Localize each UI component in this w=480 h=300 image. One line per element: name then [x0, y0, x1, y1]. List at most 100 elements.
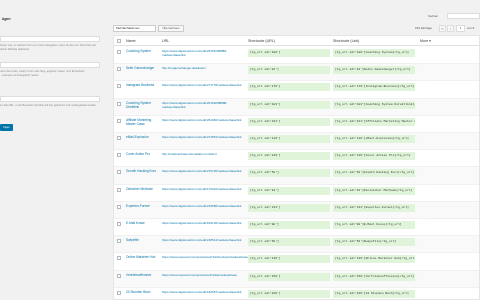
- row-checkbox[interactable]: [117, 256, 121, 261]
- row-checkbox[interactable]: [117, 153, 121, 158]
- link-name[interactable]: Vertriebsoffensive: [126, 273, 160, 277]
- more-menu[interactable]: · · ·: [420, 101, 425, 105]
- more-menu[interactable]: · · ·: [420, 204, 425, 208]
- more-menu[interactable]: · · ·: [420, 135, 425, 139]
- link-url[interactable]: https://www.digistore24.com/redir/216686…: [162, 204, 248, 208]
- shortcode-url-field[interactable]: [tg_url id='129']: [248, 152, 330, 161]
- link-name[interactable]: Cover Action Pro: [126, 152, 160, 156]
- shortcode-link-field[interactable]: [tg_url id='82']Seite Gamechanger[/tg_ur…: [333, 66, 415, 75]
- name-input[interactable]: [0, 36, 100, 42]
- link-url[interactable]: http://marketerbase.kismetlabs.com/s2ml: [162, 152, 248, 156]
- search-input[interactable]: [447, 13, 480, 19]
- link-url[interactable]: https://www.digistore24.com/redir/184957…: [162, 290, 248, 294]
- slug-input[interactable]: [0, 62, 100, 68]
- shortcode-link-field[interactable]: [tg_url id='161']Affiliate Marketing Mas…: [333, 117, 415, 126]
- link-name[interactable]: Online Marketer Hub: [126, 255, 160, 259]
- link-url[interactable]: https://www.digistore24.com/redir/261620…: [162, 101, 248, 109]
- shortcode-url-field[interactable]: [tg_url id='82']: [248, 66, 330, 75]
- shortcode-link-field[interactable]: [tg_url id='179']Instagram-Business[/tg_…: [333, 83, 415, 92]
- link-name[interactable]: Coaching System: [126, 49, 160, 53]
- shortcode-link-field[interactable]: [tg_url id='160']24 Stunden Buch[/tg_url…: [333, 289, 415, 298]
- shortcode-link-field[interactable]: [tg_url id='136']Online Marketer Hub[/tg…: [333, 255, 415, 264]
- shortcode-link-field[interactable]: [tg_url id='58']Growth Hacking Kurs[/tg_…: [333, 169, 415, 178]
- shortcode-url-field[interactable]: [tg_url id='94']: [248, 186, 330, 195]
- row-checkbox[interactable]: [117, 222, 121, 226]
- shortcode-link-field[interactable]: [tg_url id='94']Zielsicher Methode[/tg_u…: [333, 186, 415, 195]
- row-checkbox[interactable]: [117, 101, 121, 106]
- link-url[interactable]: https://www.digistore24.com/redir/184136…: [162, 221, 248, 225]
- more-menu[interactable]: · · ·: [420, 169, 425, 173]
- shortcode-url-field[interactable]: [tg_url id='161']: [248, 117, 330, 126]
- link-name[interactable]: eMail-Explosion: [126, 135, 160, 139]
- col-name[interactable]: Name: [126, 39, 136, 43]
- link-name[interactable]: Zielsicher Methode: [126, 187, 160, 191]
- shortcode-link-field[interactable]: [tg_url id='129']Cover Action Pro[/tg_ur…: [333, 152, 415, 161]
- more-menu[interactable]: · · ·: [420, 83, 425, 87]
- shortcode-url-field[interactable]: [tg_url id='136']: [248, 255, 330, 264]
- row-checkbox[interactable]: [117, 273, 121, 278]
- link-name[interactable]: Affiliate Marketing Master Class: [126, 118, 160, 126]
- link-url[interactable]: https://www.digistore24.com/redir/261611…: [162, 49, 248, 57]
- row-checkbox[interactable]: [117, 50, 121, 54]
- shortcode-link-field[interactable]: [tg_url id='180']Coaching System[/tg_url…: [333, 49, 415, 57]
- link-url[interactable]: https://www.digistore24.com/redir/218514…: [162, 238, 248, 242]
- first-page-button[interactable]: «: [439, 25, 446, 32]
- link-name[interactable]: Instagram-Business: [126, 83, 160, 87]
- shortcode-link-field[interactable]: [tg_url id='131']Experten-Formel[/tg_url…: [333, 203, 415, 212]
- link-url[interactable]: https://www.digistore24.com/redir/271778…: [162, 83, 248, 87]
- shortcode-link-field[interactable]: [tg_url id='98']E-Mail Kosse[/tg_url]: [333, 221, 415, 229]
- row-checkbox[interactable]: [117, 67, 121, 72]
- row-checkbox[interactable]: [117, 170, 121, 175]
- col-more[interactable]: More ▾: [420, 39, 431, 43]
- shortcode-url-field[interactable]: [tg_url id='98']: [248, 221, 330, 229]
- shortcode-url-field[interactable]: [tg_url id='180']: [248, 49, 330, 57]
- more-menu[interactable]: · · ·: [420, 152, 425, 156]
- shortcode-url-field[interactable]: [tg_url id='160']: [248, 289, 330, 298]
- shortcode-link-field[interactable]: [tg_url id='119']eMail-Explosion[/tg_url…: [333, 135, 415, 143]
- more-menu[interactable]: · · ·: [420, 221, 425, 225]
- link-url[interactable]: https://www.copecart.com/products/47a4a/…: [162, 273, 248, 277]
- shortcode-link-field[interactable]: [tg_url id='150']Vertriebsoffensive[/tg_…: [333, 272, 415, 281]
- shortcode-url-field[interactable]: [tg_url id='58']: [248, 169, 330, 178]
- col-url[interactable]: URL: [162, 39, 169, 43]
- more-menu[interactable]: · · ·: [420, 66, 425, 70]
- bulk-actions-select[interactable]: Mehrfachaktionen: [113, 25, 156, 32]
- select-all-checkbox[interactable]: [117, 39, 121, 43]
- link-name[interactable]: Seite Gamechanger: [126, 66, 160, 70]
- more-menu[interactable]: · · ·: [420, 255, 425, 259]
- more-menu[interactable]: · · ·: [420, 273, 425, 277]
- shortcode-link-field[interactable]: [tg_url id='183']Coaching System Direktl…: [333, 100, 415, 109]
- link-name[interactable]: Growth Hacking Kurs: [126, 169, 160, 173]
- col-shortcode-url[interactable]: Shortcode (URL): [248, 39, 275, 43]
- col-shortcode-link[interactable]: Shortcode (Link): [333, 39, 359, 43]
- shortcode-link-field[interactable]: [tg_url id='50']Swipefile[/tg_url]: [333, 238, 415, 247]
- target-url-input[interactable]: [0, 96, 100, 102]
- row-checkbox[interactable]: [117, 84, 121, 89]
- shortcode-url-field[interactable]: [tg_url id='131']: [248, 203, 330, 212]
- more-menu[interactable]: · · ·: [420, 49, 425, 53]
- more-menu[interactable]: · · ·: [420, 118, 425, 122]
- prev-page-button[interactable]: ‹: [447, 25, 454, 32]
- more-menu[interactable]: · · ·: [420, 187, 425, 191]
- link-url[interactable]: https://www.digistore24.com/redir/176022…: [162, 187, 248, 191]
- shortcode-url-field[interactable]: [tg_url id='179']: [248, 83, 330, 92]
- row-checkbox[interactable]: [117, 290, 121, 295]
- link-url[interactable]: https://www.copecart.com/products/a71d/c…: [162, 255, 248, 259]
- row-checkbox[interactable]: [117, 187, 121, 192]
- link-name[interactable]: Coaching System Direktlink: [126, 101, 160, 109]
- current-page-input[interactable]: 1: [456, 25, 465, 32]
- apply-button[interactable]: Übernehmen: [158, 25, 184, 32]
- link-name[interactable]: 24 Stunden Buch: [126, 290, 160, 294]
- search-button-label[interactable]: Suchen: [428, 13, 446, 19]
- more-menu[interactable]: · · ·: [420, 290, 425, 294]
- row-checkbox[interactable]: [117, 136, 121, 140]
- link-url[interactable]: https://www.digistore24.com/redir/274951…: [162, 135, 248, 139]
- row-checkbox[interactable]: [117, 204, 121, 209]
- link-url[interactable]: https://www.digistore24.com/redir/279730…: [162, 169, 248, 173]
- shortcode-url-field[interactable]: [tg_url id='50']: [248, 238, 330, 247]
- link-name[interactable]: Experten-Formel: [126, 204, 160, 208]
- link-url[interactable]: https://www.digistore24.com/redir/261066…: [162, 118, 248, 122]
- shortcode-url-field[interactable]: [tg_url id='150']: [248, 272, 330, 281]
- link-url[interactable]: http://mrgamechanger.de/kaesin/: [162, 66, 248, 70]
- row-checkbox[interactable]: [117, 118, 121, 123]
